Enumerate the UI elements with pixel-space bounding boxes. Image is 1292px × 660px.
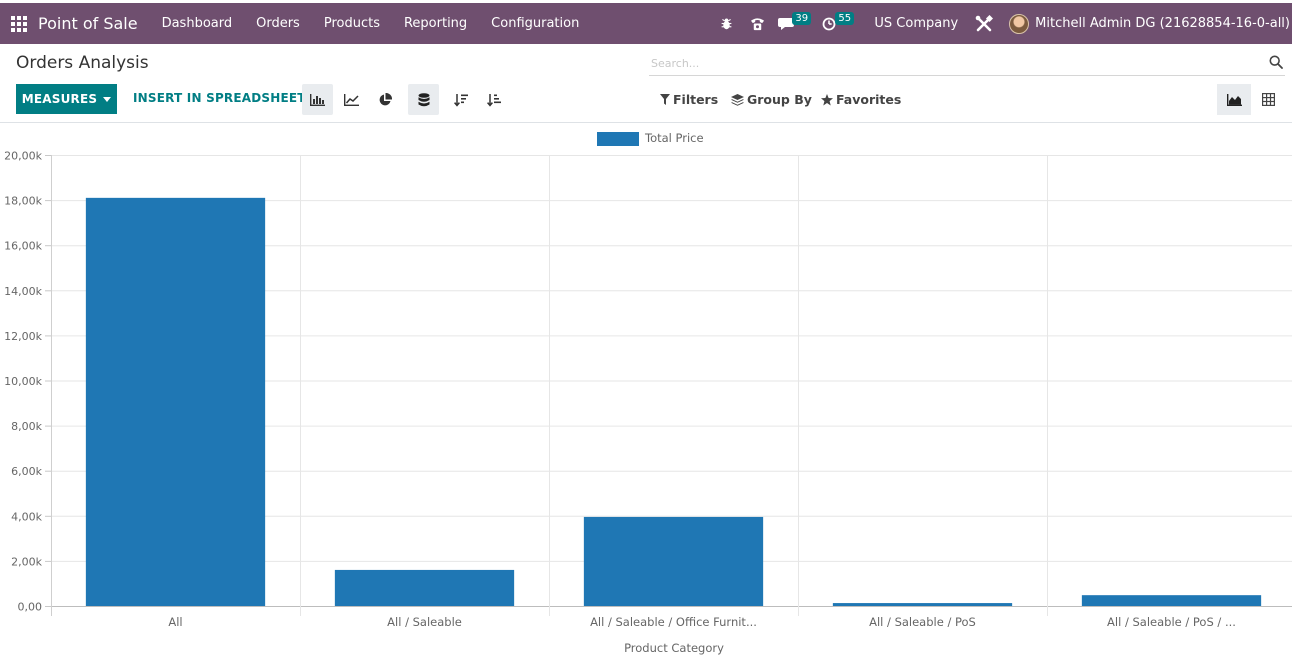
pivot-view-button[interactable]	[1251, 84, 1285, 115]
legend-label[interactable]: Total Price	[644, 131, 704, 145]
company-switcher[interactable]: US Company	[874, 16, 958, 31]
sort-descending-button[interactable]	[445, 84, 476, 115]
x-tick-label: All / Saleable	[387, 615, 462, 629]
measures-label: MEASURES	[21, 92, 98, 106]
pie-chart-button[interactable]	[369, 84, 400, 115]
area-chart-icon	[1226, 93, 1242, 106]
search-icon[interactable]	[1269, 55, 1283, 69]
messages-badge: 39	[792, 12, 812, 25]
bar-chart-icon	[310, 93, 325, 106]
y-tick-label: 8,00k	[11, 420, 42, 433]
navbar-systray: 39 55 US Company Mitchell Admin DG (2162…	[716, 3, 1292, 44]
filters-dropdown[interactable]: Filters	[660, 92, 718, 107]
tools-icon[interactable]	[974, 3, 994, 44]
filter-icon	[660, 94, 670, 105]
x-tick-label: All	[168, 615, 182, 629]
y-tick-label: 0,00	[18, 601, 43, 614]
database-icon	[418, 92, 429, 106]
search-input[interactable]	[651, 54, 1251, 72]
legend-swatch[interactable]	[597, 132, 639, 146]
x-tick-label: All / Saleable / PoS	[869, 615, 976, 629]
pie-chart-icon	[379, 92, 392, 105]
search-bar	[649, 51, 1285, 76]
debug-icon[interactable]	[716, 3, 736, 44]
bar[interactable]	[334, 569, 515, 606]
x-tick-label: All / Saleable / PoS / ...	[1107, 615, 1236, 629]
measures-button[interactable]: MEASURES	[16, 84, 117, 114]
activities-icon[interactable]: 55	[820, 3, 855, 44]
table-icon	[1261, 93, 1275, 106]
phone-icon[interactable]	[744, 3, 770, 44]
top-navbar: Point of Sale Dashboard Orders Products …	[0, 3, 1292, 44]
y-tick-label: 14,00k	[4, 285, 42, 298]
x-tick-label: All / Saleable / Office Furnit...	[590, 615, 757, 629]
menu-dashboard[interactable]: Dashboard	[150, 16, 245, 31]
y-tick-label: 6,00k	[11, 465, 42, 478]
menu-configuration[interactable]: Configuration	[479, 16, 591, 31]
user-avatar[interactable]	[1009, 13, 1030, 34]
layers-icon	[731, 93, 744, 106]
y-tick-label: 18,00k	[4, 195, 42, 208]
y-tick-label: 2,00k	[11, 555, 42, 568]
sort-descending-icon	[453, 93, 468, 107]
line-chart-icon	[344, 93, 359, 106]
bar[interactable]	[832, 603, 1013, 606]
y-tick-label: 12,00k	[4, 330, 42, 343]
groupby-dropdown[interactable]: Group By	[731, 92, 812, 107]
sort-ascending-button[interactable]	[478, 84, 509, 115]
insert-spreadsheet-button[interactable]: INSERT IN SPREADSHEET	[133, 91, 306, 105]
menu-orders[interactable]: Orders	[244, 16, 312, 31]
y-tick-label: 4,00k	[11, 510, 42, 523]
activities-badge: 55	[835, 12, 855, 25]
line-chart-button[interactable]	[336, 84, 367, 115]
favorites-label: Favorites	[836, 92, 902, 107]
y-tick-label: 20,00k	[4, 150, 42, 163]
bar[interactable]	[1081, 595, 1262, 606]
bar-chart-button[interactable]	[302, 84, 333, 115]
app-brand[interactable]: Point of Sale	[38, 14, 138, 33]
sort-ascending-icon	[486, 93, 501, 107]
menu-products[interactable]: Products	[312, 16, 392, 31]
apps-menu-icon[interactable]	[11, 15, 27, 32]
bar[interactable]	[583, 516, 764, 606]
orders-chart-area: 0,00 2,00k 4,00k 6,00k 8,00k 10,00k 12,00k 14,0…	[0, 123, 1292, 660]
stacked-toggle-button[interactable]	[408, 84, 439, 115]
user-menu[interactable]: Mitchell Admin DG (21628854-16-0-all)	[1035, 16, 1290, 31]
menu-reporting[interactable]: Reporting	[392, 16, 479, 31]
x-axis-title: Product Category	[624, 641, 724, 655]
groupby-label: Group By	[747, 92, 812, 107]
filters-label: Filters	[673, 92, 719, 107]
bar-chart: 0,00 2,00k 4,00k 6,00k 8,00k 10,00k 12,00k 14,0…	[4, 131, 1292, 655]
star-icon	[821, 93, 833, 105]
bar[interactable]	[85, 197, 266, 606]
caret-down-icon	[103, 96, 112, 102]
y-tick-label: 16,00k	[4, 240, 42, 253]
page-title: Orders Analysis	[16, 53, 149, 73]
graph-view-button[interactable]	[1217, 84, 1251, 115]
y-tick-label: 10,00k	[4, 375, 42, 388]
messages-icon[interactable]: 39	[776, 3, 812, 44]
favorites-dropdown[interactable]: Favorites	[821, 92, 901, 107]
